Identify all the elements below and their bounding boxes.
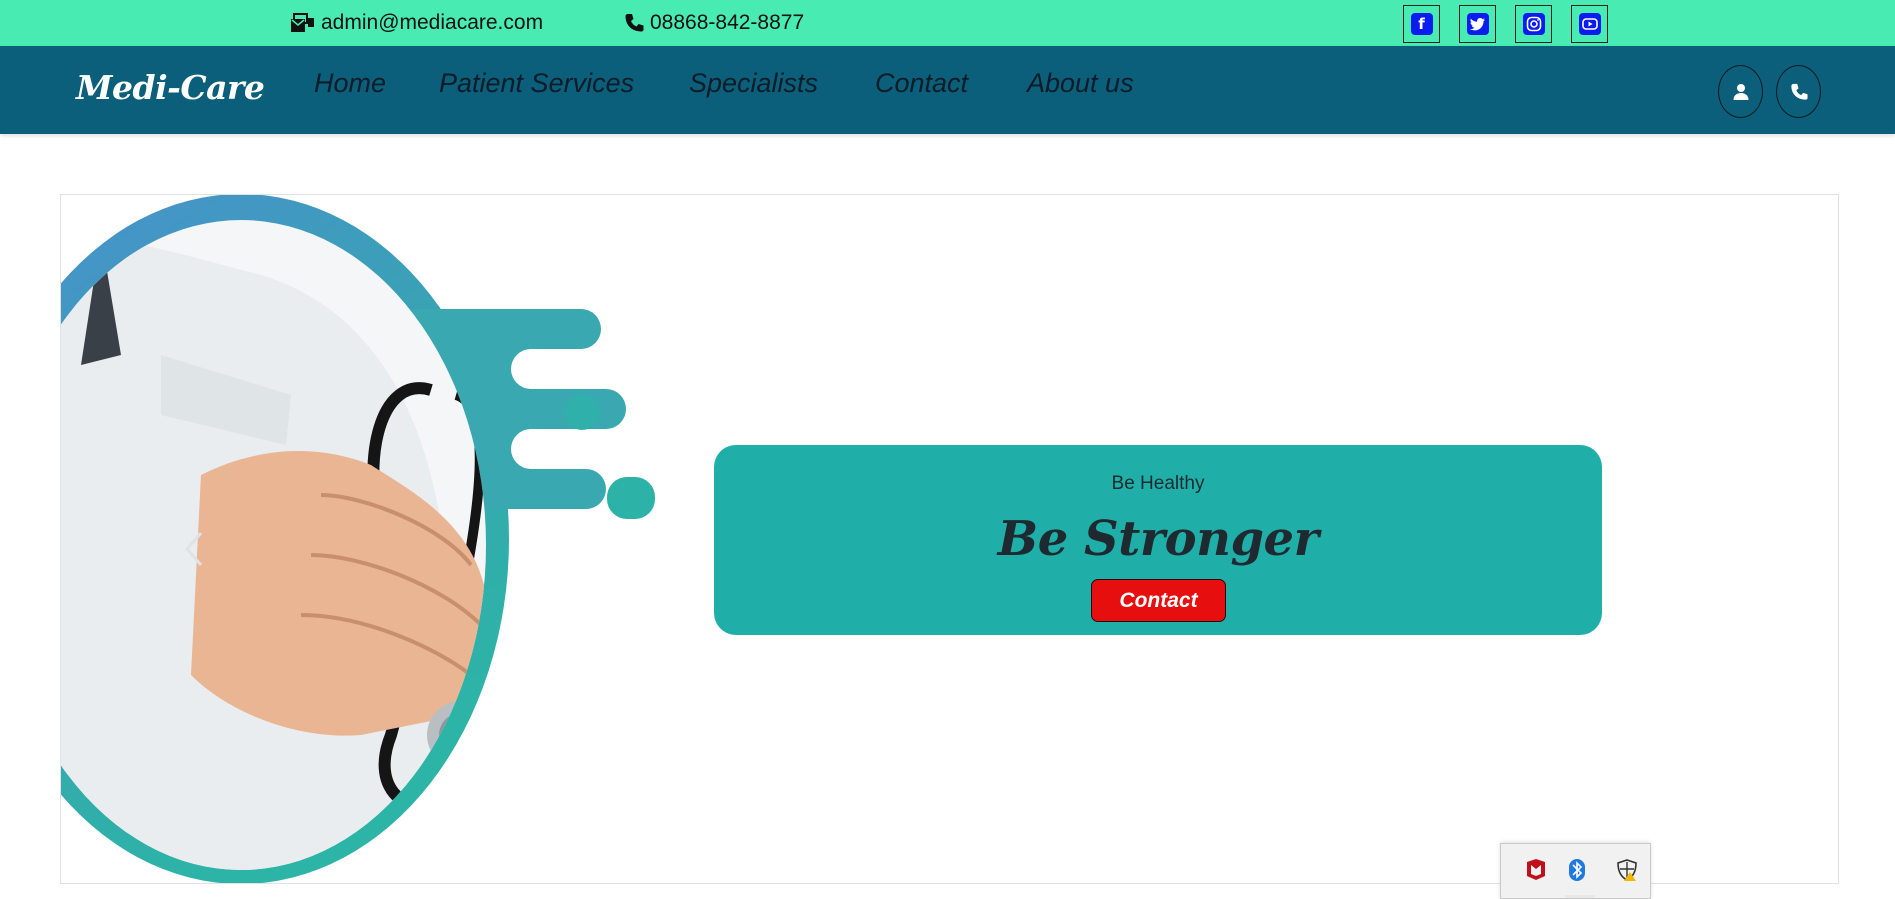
instagram-icon	[1522, 13, 1545, 35]
phone-icon	[1790, 83, 1808, 100]
nav-home[interactable]: Home	[314, 68, 386, 99]
phone-contact[interactable]: 08868-842-8877	[624, 10, 804, 36]
tray-handle	[1565, 895, 1595, 898]
system-tray-popup	[1500, 843, 1651, 899]
nav-about-us[interactable]: About us	[1027, 68, 1134, 99]
envelope-icon	[291, 13, 314, 32]
email-text: admin@mediacare.com	[321, 11, 544, 34]
twitter-icon	[1466, 13, 1489, 35]
brand-logo[interactable]: Medi-Care	[76, 68, 265, 107]
nav-specialists[interactable]: Specialists	[689, 68, 818, 99]
hero-caption-card: Be Healthy Be Stronger Contact	[714, 445, 1602, 635]
nav-patient-services[interactable]: Patient Services	[439, 68, 634, 99]
nav-contact[interactable]: Contact	[875, 68, 968, 99]
account-button[interactable]	[1718, 65, 1763, 118]
bluetooth-icon[interactable]	[1565, 858, 1589, 882]
carousel-prev-arrow[interactable]	[179, 529, 209, 569]
phone-text: 08868-842-8877	[650, 11, 805, 34]
youtube-icon	[1578, 13, 1601, 35]
hero-headline: Be Stronger	[997, 511, 1319, 567]
main-navbar: Medi-Care Home Patient Services Speciali…	[0, 46, 1895, 134]
facebook-button[interactable]: f	[1403, 5, 1440, 43]
doctor-hero-image	[61, 195, 655, 883]
call-button[interactable]	[1776, 65, 1821, 118]
hero-contact-button[interactable]: Contact	[1091, 579, 1226, 622]
top-contact-bar: admin@mediacare.com 08868-842-8877 f	[0, 0, 1895, 46]
twitter-button[interactable]	[1459, 5, 1496, 43]
facebook-icon: f	[1410, 13, 1433, 35]
user-icon	[1733, 83, 1748, 100]
mcafee-icon[interactable]	[1524, 858, 1548, 882]
youtube-button[interactable]	[1571, 5, 1608, 43]
email-contact[interactable]: admin@mediacare.com	[291, 10, 543, 36]
phone-icon	[625, 14, 644, 32]
instagram-button[interactable]	[1515, 5, 1552, 43]
hero-carousel: Be Healthy Be Stronger Contact	[60, 194, 1839, 884]
hero-eyebrow: Be Healthy	[1111, 473, 1205, 494]
security-shield-icon[interactable]	[1615, 858, 1639, 882]
